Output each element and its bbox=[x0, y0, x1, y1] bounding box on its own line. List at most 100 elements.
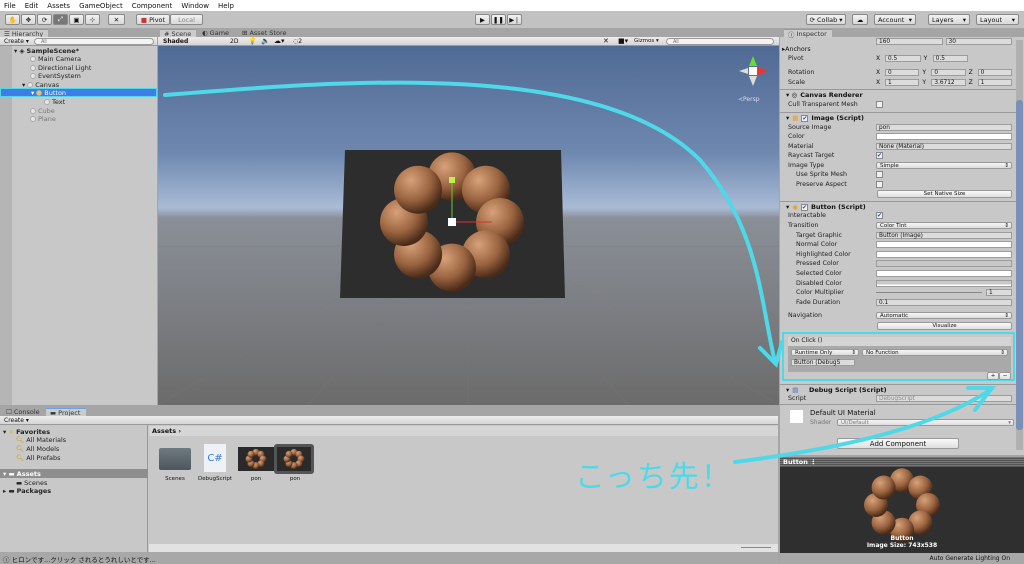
onclick-object-field[interactable]: Button (DebugS bbox=[791, 359, 855, 366]
layers-dropdown[interactable]: Layers ▾ bbox=[928, 14, 970, 25]
gizmo-y-handle[interactable] bbox=[449, 177, 455, 183]
script-field[interactable]: DebugScript bbox=[876, 395, 1012, 402]
tab-game[interactable]: ◐ Game bbox=[198, 29, 233, 37]
gizmo-center-handle[interactable] bbox=[448, 218, 456, 226]
add-event-button[interactable]: + bbox=[987, 372, 999, 380]
tab-hierarchy[interactable]: ☰ Hierarchy bbox=[0, 29, 48, 38]
audio-toggle-icon[interactable]: 🔈 bbox=[261, 37, 270, 45]
pivot-x-field[interactable]: 0.5 bbox=[885, 55, 921, 62]
anchors-foldout[interactable]: ▸ Anchors bbox=[782, 45, 1012, 54]
cloud-icon[interactable]: ☁ bbox=[852, 14, 868, 25]
hierarchy-item-text[interactable]: Text bbox=[44, 97, 65, 106]
image-enabled-checkbox[interactable]: ✔ bbox=[801, 114, 809, 122]
hand-tool-icon[interactable]: ✋ bbox=[5, 14, 20, 25]
packages-folder[interactable]: ▸ ▬ Packages bbox=[3, 486, 51, 495]
menu-component[interactable]: Component bbox=[132, 2, 173, 10]
shading-dropdown[interactable]: Shaded bbox=[163, 38, 227, 45]
sprite-mesh-checkbox[interactable] bbox=[876, 171, 883, 178]
color-multiplier-slider[interactable] bbox=[876, 292, 982, 293]
fav-all-prefabs[interactable]: 🔍︎ All Prefabs bbox=[16, 453, 61, 462]
scale-y-field[interactable]: 3.6712 bbox=[931, 79, 966, 86]
function-dropdown[interactable]: No Function ⇕ bbox=[862, 349, 1008, 356]
fade-duration-field[interactable]: 0.1 bbox=[876, 299, 1012, 306]
scale-z-field[interactable]: 1 bbox=[977, 79, 1012, 86]
remove-event-button[interactable]: − bbox=[999, 372, 1011, 380]
button-enabled-checkbox[interactable]: ✔ bbox=[800, 203, 808, 211]
preview-header[interactable]: Button ⋮ bbox=[780, 457, 1024, 467]
width-field[interactable]: 160 bbox=[876, 38, 943, 45]
menu-window[interactable]: Window bbox=[181, 2, 209, 10]
layout-dropdown[interactable]: Layout ▾ bbox=[976, 14, 1019, 25]
assets-folder[interactable]: ▾ ▬ Assets bbox=[0, 469, 148, 478]
scenes-folder-icon[interactable] bbox=[159, 448, 191, 470]
pivot-button[interactable]: ■ Pivot bbox=[136, 14, 170, 25]
image-type-dropdown[interactable]: Simple ⇕ bbox=[876, 162, 1012, 169]
step-button[interactable]: ▶❘ bbox=[507, 14, 522, 25]
highlighted-color-swatch[interactable] bbox=[876, 251, 1012, 258]
move-tool-icon[interactable]: ✥ bbox=[21, 14, 36, 25]
raycast-checkbox[interactable]: ✔ bbox=[876, 152, 883, 159]
scale-tool-icon[interactable]: ⤢ bbox=[53, 14, 68, 25]
normal-color-swatch[interactable] bbox=[876, 241, 1012, 248]
menu-file[interactable]: File bbox=[4, 2, 16, 10]
set-native-size-button[interactable]: Set Native Size bbox=[877, 190, 1012, 198]
tab-console[interactable]: ☐ Console bbox=[2, 408, 44, 416]
selected-color-swatch[interactable] bbox=[876, 270, 1012, 277]
source-image-field[interactable]: pon bbox=[876, 124, 1012, 131]
material-field[interactable]: None (Material) bbox=[876, 143, 1012, 150]
lighting-toggle-icon[interactable]: 💡 bbox=[248, 37, 257, 45]
persp-label[interactable]: ≺Persp bbox=[738, 96, 760, 103]
target-graphic-field[interactable]: Button (Image) bbox=[876, 232, 1012, 239]
transition-dropdown[interactable]: Color Tint ⇕ bbox=[876, 222, 1012, 229]
project-create-dropdown[interactable]: Create ▾ bbox=[4, 417, 29, 424]
create-dropdown[interactable]: Create ▾ bbox=[4, 38, 29, 45]
color-multiplier-field[interactable]: 1 bbox=[986, 289, 1012, 296]
menu-help[interactable]: Help bbox=[218, 2, 234, 10]
visualize-button[interactable]: Visualize bbox=[877, 322, 1012, 330]
menu-gameobject[interactable]: GameObject bbox=[79, 2, 123, 10]
scene-viewport[interactable]: ≺Persp bbox=[158, 46, 779, 405]
navigation-dropdown[interactable]: Automatic ⇕ bbox=[876, 312, 1012, 319]
scale-x-field[interactable]: 1 bbox=[885, 79, 920, 86]
pressed-color-swatch[interactable] bbox=[876, 260, 1012, 267]
tab-project[interactable]: ▬ Project bbox=[46, 408, 86, 417]
pon-texture-thumbnail[interactable] bbox=[238, 447, 274, 471]
hidden-layers-toggle[interactable]: ◌2 bbox=[293, 38, 302, 45]
local-button[interactable]: Local bbox=[170, 14, 203, 25]
pon-sprite-thumbnail[interactable] bbox=[274, 444, 314, 474]
camera-dropdown-icon[interactable]: ■▾ bbox=[618, 37, 628, 45]
account-dropdown[interactable]: Account ▾ bbox=[874, 14, 916, 25]
play-button[interactable]: ▶ bbox=[475, 14, 490, 25]
scene-search-input[interactable] bbox=[666, 38, 774, 45]
icon-size-slider[interactable] bbox=[741, 547, 771, 548]
transform-tool-icon[interactable]: ⊹ bbox=[85, 14, 100, 25]
menu-assets[interactable]: Assets bbox=[47, 2, 70, 10]
pivot-y-field[interactable]: 0.5 bbox=[932, 55, 969, 62]
fav-all-materials[interactable]: 🔍︎ All Materials bbox=[16, 435, 66, 444]
add-component-button[interactable]: Add Component bbox=[837, 438, 959, 449]
hierarchy-item-plane[interactable]: Plane bbox=[30, 114, 56, 123]
preserve-aspect-checkbox[interactable] bbox=[876, 181, 883, 188]
status-bar[interactable]: ⓘ ヒロンです...クリック されるとうれしいとです... bbox=[0, 552, 778, 564]
hierarchy-item-eventsystem[interactable]: EventSystem bbox=[30, 71, 81, 80]
rotation-z-field[interactable]: 0 bbox=[977, 69, 1012, 76]
tab-scene[interactable]: # Scene bbox=[160, 29, 196, 38]
hierarchy-item-button[interactable]: ▾ Button bbox=[0, 88, 157, 97]
fav-all-models[interactable]: 🔍︎ All Models bbox=[16, 444, 59, 453]
menu-edit[interactable]: Edit bbox=[25, 2, 39, 10]
effects-dropdown-icon[interactable]: ☁▾ bbox=[274, 37, 285, 45]
custom-tool-icon[interactable]: ✕ bbox=[108, 14, 125, 25]
cull-checkbox[interactable] bbox=[876, 101, 883, 108]
2d-toggle[interactable]: 2D bbox=[230, 38, 238, 45]
color-swatch[interactable] bbox=[876, 133, 1012, 140]
assets-breadcrumb[interactable]: Assets › bbox=[149, 426, 778, 436]
tools-icon[interactable]: ✕ bbox=[603, 37, 609, 45]
gizmos-dropdown[interactable]: Gizmos ▾ bbox=[634, 38, 659, 44]
pause-button[interactable]: ❚❚ bbox=[491, 14, 506, 25]
hierarchy-search-input[interactable] bbox=[34, 38, 154, 45]
tab-asset-store[interactable]: ⊞ Asset Store bbox=[238, 29, 290, 37]
tab-inspector[interactable]: ⓘ Inspector bbox=[784, 29, 832, 39]
image-component-header[interactable]: ▾ ▦ ✔ Image (Script) bbox=[780, 112, 1016, 123]
view-gizmo[interactable] bbox=[736, 52, 770, 102]
rotation-y-field[interactable]: 0 bbox=[931, 69, 966, 76]
